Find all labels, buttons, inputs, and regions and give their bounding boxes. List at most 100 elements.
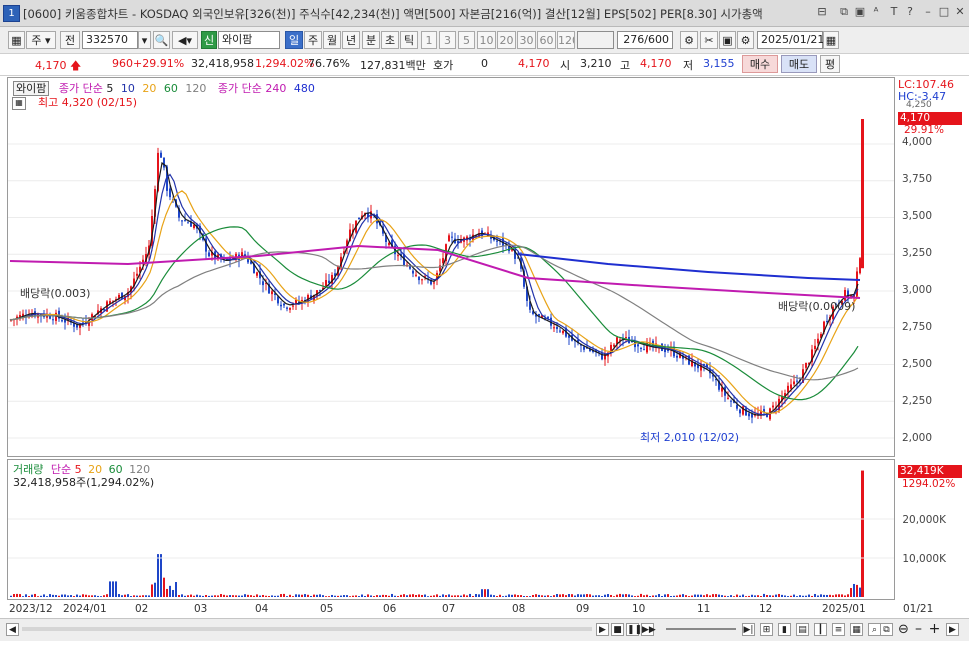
plus-icon[interactable]: +	[928, 622, 941, 636]
x-axis-label: 12	[759, 603, 773, 615]
volume-bar	[436, 594, 438, 597]
scroll-end-icon[interactable]: ▶|	[742, 623, 755, 636]
candle-body	[325, 280, 327, 286]
maximize-icon[interactable]: □	[937, 5, 951, 19]
text-icon[interactable]: T	[887, 5, 901, 19]
chart-style-icon[interactable]: ▦	[850, 623, 863, 636]
scroll-left-icon[interactable]: ◀	[6, 623, 19, 636]
pause-icon[interactable]: ❚❚	[626, 623, 642, 636]
ruler-icon[interactable]: ≡	[832, 623, 845, 636]
search-icon[interactable]: 🔍	[153, 31, 170, 49]
minimize-icon[interactable]: –	[921, 5, 935, 19]
grid-icon[interactable]: ▦	[8, 31, 25, 49]
tab-minute[interactable]: 분	[362, 31, 380, 49]
volume-bar	[727, 596, 729, 597]
table-icon[interactable]: ▦	[12, 97, 26, 110]
count-display[interactable]: 276/600	[617, 31, 673, 49]
volume-bar	[487, 589, 489, 597]
volume-bar	[613, 596, 615, 597]
date-input[interactable]: 2025/01/21	[757, 31, 824, 49]
candle-body	[676, 355, 678, 358]
up-arrow-icon: 🡅	[70, 59, 82, 72]
help-icon[interactable]: ?	[903, 5, 917, 19]
interval-60[interactable]: 60	[537, 31, 556, 49]
scroll-right-icon[interactable]: ▶	[946, 623, 959, 636]
interval-30[interactable]: 30	[517, 31, 536, 49]
volume-bar	[802, 595, 804, 597]
interval-1[interactable]: 1	[421, 31, 437, 49]
tab-day[interactable]: 일	[285, 31, 303, 49]
buy-button[interactable]: 매수	[742, 55, 778, 73]
last-candle	[861, 119, 864, 269]
volume-bar	[541, 595, 543, 597]
volume-bar	[358, 596, 360, 597]
stock-code-input[interactable]: 332570	[82, 31, 138, 49]
prev-button[interactable]: 전	[60, 31, 80, 49]
price-change: 960	[112, 57, 133, 70]
period-type-select[interactable]: 주 ▾	[26, 31, 56, 49]
tab-tick[interactable]: 틱	[400, 31, 418, 49]
save-icon[interactable]: ▣	[719, 31, 736, 49]
volume-bar	[730, 595, 732, 597]
interval-3[interactable]: 3	[439, 31, 456, 49]
volume-bar	[361, 594, 363, 597]
volume-bar	[259, 595, 261, 597]
zoom-out-icon[interactable]: ⊖	[897, 623, 910, 636]
volume-bar	[232, 595, 234, 597]
calendar-icon[interactable]: ▦	[823, 31, 839, 49]
tab-second[interactable]: 초	[381, 31, 399, 49]
price-tick: 2,000	[901, 432, 932, 444]
x-axis-label: 10	[632, 603, 646, 615]
copy-icon[interactable]: ⧉	[880, 623, 893, 636]
zoom-fit-icon[interactable]: ⊞	[760, 623, 773, 636]
code-dropdown[interactable]: ▾	[138, 31, 151, 49]
volume-bar	[346, 595, 348, 597]
close-icon[interactable]: ✕	[953, 5, 967, 19]
volume-bar	[124, 594, 126, 597]
volume-bar	[391, 593, 393, 597]
pin-icon[interactable]: ▣	[853, 5, 867, 19]
volume-bar	[772, 595, 774, 597]
layout-icon[interactable]: ▤	[796, 623, 809, 636]
interval-120[interactable]: 120	[557, 31, 575, 49]
average-button[interactable]: 평	[820, 55, 840, 73]
volume-bar	[28, 596, 30, 597]
tab-week[interactable]: 주	[304, 31, 322, 49]
candle-type-icon[interactable]: ⚙	[680, 31, 698, 49]
sound-icon[interactable]: ◀▾	[172, 31, 198, 49]
x-axis-label: 03	[194, 603, 208, 615]
volume-bar	[835, 594, 837, 597]
sell-button[interactable]: 매도	[781, 55, 817, 73]
stock-name-field[interactable]: 와이팜	[218, 31, 280, 49]
volume-bar	[142, 595, 144, 597]
candle-body	[283, 303, 285, 306]
scroll-track[interactable]	[22, 627, 592, 631]
chart-scrollbar[interactable]: ◀ ▶ ■ ❚❚ ▶▶ ▶| ⊞ ▮ ▤ ┃ ≡ ▦ ⌕ ⧉ ⊖ – + ▶	[0, 618, 969, 641]
tab-month[interactable]: 월	[323, 31, 341, 49]
font-icon[interactable]: ᴬ	[869, 5, 883, 19]
tab-year[interactable]: 년	[342, 31, 360, 49]
speed-slider[interactable]	[666, 628, 736, 630]
cross-icon[interactable]: ✂	[700, 31, 718, 49]
current-price: 4,170 🡅	[35, 59, 82, 72]
interval-10[interactable]: 10	[477, 31, 496, 49]
volume-bar	[172, 589, 174, 597]
restore-icon[interactable]: ⧉	[837, 5, 851, 19]
link-icon[interactable]: ⊟	[815, 5, 829, 19]
stop-icon[interactable]: ■	[611, 623, 624, 636]
volume-chart-pane[interactable]: 거래량 단순 5 20 60 120 32,418,958주(1,294.02%…	[7, 459, 895, 600]
chart-toolbar: ▦ 주 ▾ 전 332570 ▾ 🔍 ◀▾ 신 와이팜 일 주 월 년 분 초 …	[0, 27, 969, 54]
interval-5[interactable]: 5	[458, 31, 475, 49]
bar-type-icon[interactable]: ▮	[778, 623, 791, 636]
candle-icon[interactable]: ┃	[814, 623, 827, 636]
settings-icon[interactable]: ⚙	[737, 31, 754, 49]
interval-20[interactable]: 20	[497, 31, 516, 49]
fast-forward-icon[interactable]: ▶▶	[641, 623, 656, 636]
candle-body	[640, 348, 642, 350]
price-chart-pane[interactable]: 와이팜 종가 단순 5 10 20 60 120 종가 단순 240 480 ▦…	[7, 77, 895, 457]
volume-bar	[631, 595, 633, 597]
volume-bar	[724, 595, 726, 597]
custom-interval-input[interactable]	[577, 31, 614, 49]
play-icon[interactable]: ▶	[596, 623, 609, 636]
minus-icon[interactable]: –	[912, 622, 925, 636]
